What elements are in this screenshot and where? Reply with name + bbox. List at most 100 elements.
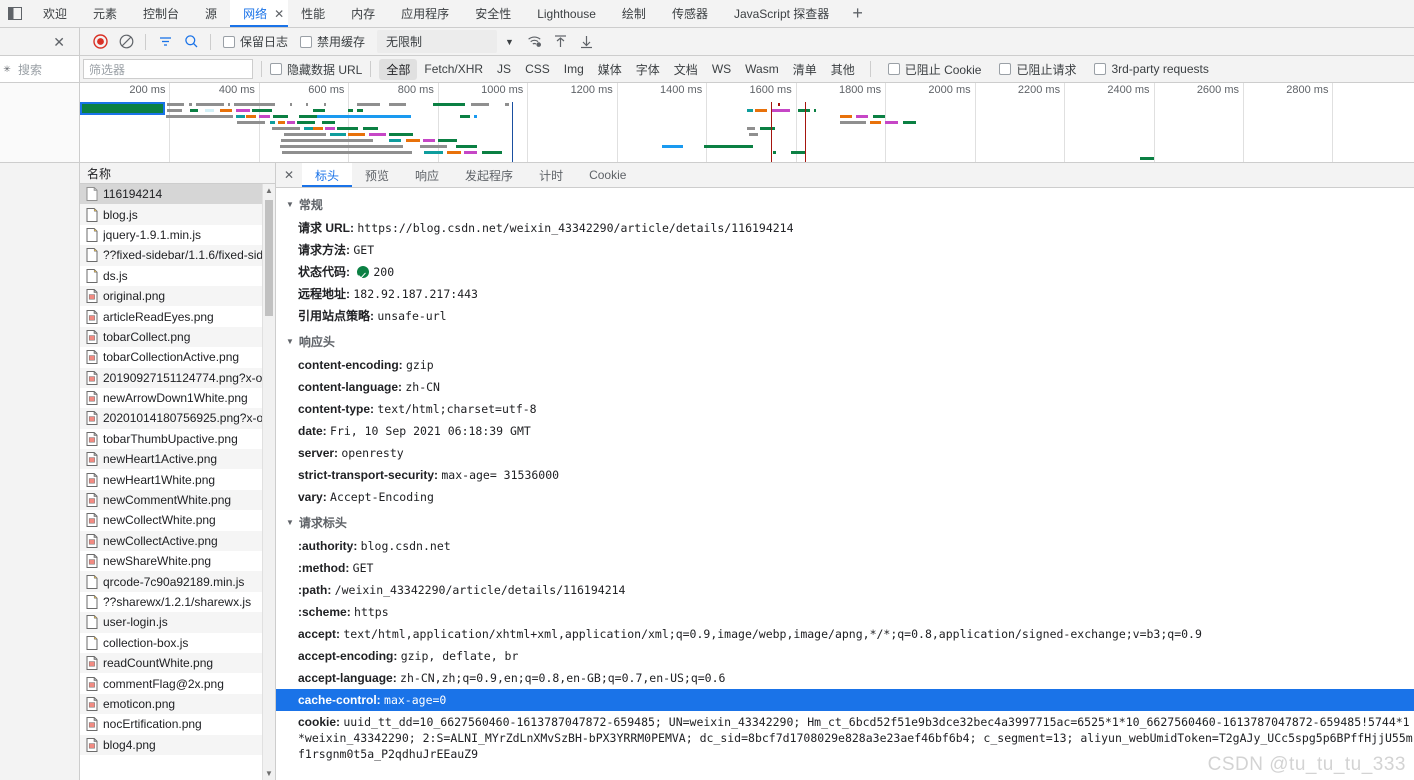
header-row[interactable]: cookie: uuid_tt_dd=10_6627560460-1613787… xyxy=(276,711,1414,765)
request-row[interactable]: newCollectWhite.png xyxy=(80,510,275,530)
search-input[interactable]: 搜索 xyxy=(14,58,79,80)
network-overview[interactable]: 200 ms 400 ms 600 ms 800 ms 1000 ms 1200 ms 14… xyxy=(80,83,1414,162)
request-row[interactable]: qrcode-7c90a92189.min.js xyxy=(80,571,275,592)
detail-tab-4[interactable]: 计时 xyxy=(526,163,576,187)
filter-icon[interactable] xyxy=(152,29,178,55)
request-row[interactable]: nocErtification.png xyxy=(80,714,275,734)
scrollbar-thumb[interactable] xyxy=(265,200,273,316)
checkbox-box[interactable] xyxy=(223,35,235,48)
resource-type-chip-7[interactable]: 文档 xyxy=(667,59,705,80)
throttling-dropdown[interactable]: 无限制 ▼ xyxy=(377,30,514,53)
tab-close-icon[interactable]: ✕ xyxy=(274,8,284,20)
request-row[interactable]: blog.js xyxy=(80,204,275,225)
chevron-down-icon[interactable]: ▼ xyxy=(505,37,514,47)
scroll-up-icon[interactable]: ▲ xyxy=(263,184,275,197)
resource-type-chip-11[interactable]: 其他 xyxy=(824,59,862,80)
request-row[interactable]: newShareWhite.png xyxy=(80,551,275,571)
request-row[interactable]: newHeart1White.png xyxy=(80,469,275,489)
header-row[interactable]: content-encoding: gzip xyxy=(276,354,1414,376)
resource-type-chip-4[interactable]: Img xyxy=(557,60,591,78)
blocked-requests-checkbox[interactable]: 已阻止请求 xyxy=(990,61,1085,78)
headers-section-header[interactable]: ▼ 请求标头 xyxy=(276,510,1414,535)
panel-tab-6[interactable]: 内存 xyxy=(338,0,388,27)
request-row[interactable]: newCollectActive.png xyxy=(80,530,275,552)
header-row[interactable]: vary: Accept-Encoding xyxy=(276,486,1414,508)
search-icon[interactable] xyxy=(178,29,204,55)
resource-type-chip-5[interactable]: 媒体 xyxy=(591,59,629,80)
panel-tab-9[interactable]: Lighthouse xyxy=(524,0,609,27)
resource-type-chip-3[interactable]: CSS xyxy=(518,60,557,78)
preserve-log-checkbox[interactable]: 保留日志 xyxy=(217,33,294,50)
header-row[interactable]: 请求方法: GET xyxy=(276,239,1414,261)
third-party-requests-checkbox[interactable]: 3rd-party requests xyxy=(1085,62,1217,76)
header-row[interactable]: server: openresty xyxy=(276,442,1414,464)
request-row[interactable]: ??fixed-sidebar/1.1.6/fixed-sid xyxy=(80,245,275,266)
triangle-down-icon[interactable]: ▼ xyxy=(286,200,294,209)
header-row[interactable]: accept: text/html,application/xhtml+xml,… xyxy=(276,623,1414,645)
clear-button[interactable] xyxy=(113,29,139,55)
panel-tab-11[interactable]: 传感器 xyxy=(659,0,721,27)
panel-tab-4[interactable]: 网络 ✕ xyxy=(230,0,289,27)
request-row[interactable]: commentFlag@2x.png xyxy=(80,673,275,693)
panel-tab-1[interactable]: 元素 xyxy=(80,0,130,27)
panel-tab-12[interactable]: JavaScript 探查器 xyxy=(721,0,842,27)
request-list-header[interactable]: 名称 xyxy=(80,163,275,184)
header-row[interactable]: 请求 URL: https://blog.csdn.net/weixin_433… xyxy=(276,217,1414,239)
header-row[interactable]: :path: /weixin_43342290/article/details/… xyxy=(276,579,1414,601)
checkbox-box[interactable] xyxy=(887,63,900,75)
triangle-down-icon[interactable]: ▼ xyxy=(286,518,294,527)
request-row[interactable]: newArrowDown1White.png xyxy=(80,388,275,408)
detail-tab-3[interactable]: 发起程序 xyxy=(452,163,526,187)
request-row[interactable]: original.png xyxy=(80,285,275,307)
panel-tab-8[interactable]: 安全性 xyxy=(462,0,524,27)
checkbox-box[interactable] xyxy=(270,63,282,75)
resource-type-chip-10[interactable]: 清单 xyxy=(786,59,824,80)
header-row[interactable]: :scheme: https xyxy=(276,601,1414,623)
request-row[interactable]: ds.js xyxy=(80,266,275,286)
scroll-down-icon[interactable]: ▼ xyxy=(263,767,275,780)
request-row[interactable]: user-login.js xyxy=(80,612,275,633)
request-row[interactable]: 20201014180756925.png?x-o xyxy=(80,408,275,429)
overview-selection[interactable] xyxy=(80,102,165,115)
panel-tab-2[interactable]: 控制台 xyxy=(130,0,192,27)
panel-tab-3[interactable]: 源 xyxy=(192,0,230,27)
resource-type-chip-1[interactable]: Fetch/XHR xyxy=(417,60,490,78)
panel-tab-5[interactable]: 性能 xyxy=(288,0,338,27)
request-row[interactable]: tobarCollectionActive.png xyxy=(80,347,275,367)
resource-type-chip-8[interactable]: WS xyxy=(705,60,738,78)
request-row[interactable]: articleReadEyes.png xyxy=(80,306,275,326)
headers-section-header[interactable]: ▼ 常规 xyxy=(276,192,1414,217)
hide-data-urls-checkbox[interactable]: 隐藏数据 URL xyxy=(270,61,362,78)
triangle-down-icon[interactable]: ▼ xyxy=(286,337,294,346)
header-row[interactable]: accept-language: zh-CN,zh;q=0.9,en;q=0.8… xyxy=(276,667,1414,689)
header-row[interactable]: accept-encoding: gzip, deflate, br xyxy=(276,645,1414,667)
request-row-selected[interactable]: 116194214 xyxy=(80,184,275,205)
import-har-icon[interactable] xyxy=(548,29,574,55)
headers-section-header[interactable]: ▼ 响应头 xyxy=(276,329,1414,354)
header-row[interactable]: 状态代码: 200 xyxy=(276,261,1414,283)
checkbox-box[interactable] xyxy=(300,35,313,48)
filter-input[interactable]: 筛选器 xyxy=(83,59,253,79)
request-row[interactable]: readCountWhite.png xyxy=(80,652,275,674)
resource-type-chip-9[interactable]: Wasm xyxy=(738,60,786,78)
header-row[interactable]: :method: GET xyxy=(276,557,1414,579)
header-row[interactable]: content-language: zh-CN xyxy=(276,376,1414,398)
header-row[interactable]: :authority: blog.csdn.net xyxy=(276,535,1414,557)
detail-tab-0[interactable]: 标头 xyxy=(302,163,353,187)
checkbox-box[interactable] xyxy=(1094,63,1107,75)
add-panel-button[interactable]: + xyxy=(842,0,873,27)
panel-tab-0[interactable]: 欢迎 xyxy=(30,0,80,27)
header-row[interactable]: strict-transport-security: max-age= 3153… xyxy=(276,464,1414,486)
panel-tab-10[interactable]: 绘制 xyxy=(609,0,659,27)
header-row[interactable]: 远程地址: 182.92.187.217:443 xyxy=(276,283,1414,305)
header-row[interactable]: 引用站点策略: unsafe-url xyxy=(276,305,1414,327)
request-row[interactable]: newCommentWhite.png xyxy=(80,489,275,511)
dock-panel-icon[interactable] xyxy=(0,0,30,27)
blocked-cookies-checkbox[interactable]: 已阻止 Cookie xyxy=(879,61,991,78)
record-button[interactable] xyxy=(87,29,113,55)
request-row[interactable]: 20190927151124774.png?x-o xyxy=(80,367,275,388)
request-list-scrollbar[interactable]: ▲ ▼ xyxy=(262,184,275,780)
request-row[interactable]: jquery-1.9.1.min.js xyxy=(80,225,275,245)
request-row[interactable]: blog4.png xyxy=(80,734,275,755)
checkbox-box[interactable] xyxy=(999,63,1012,75)
